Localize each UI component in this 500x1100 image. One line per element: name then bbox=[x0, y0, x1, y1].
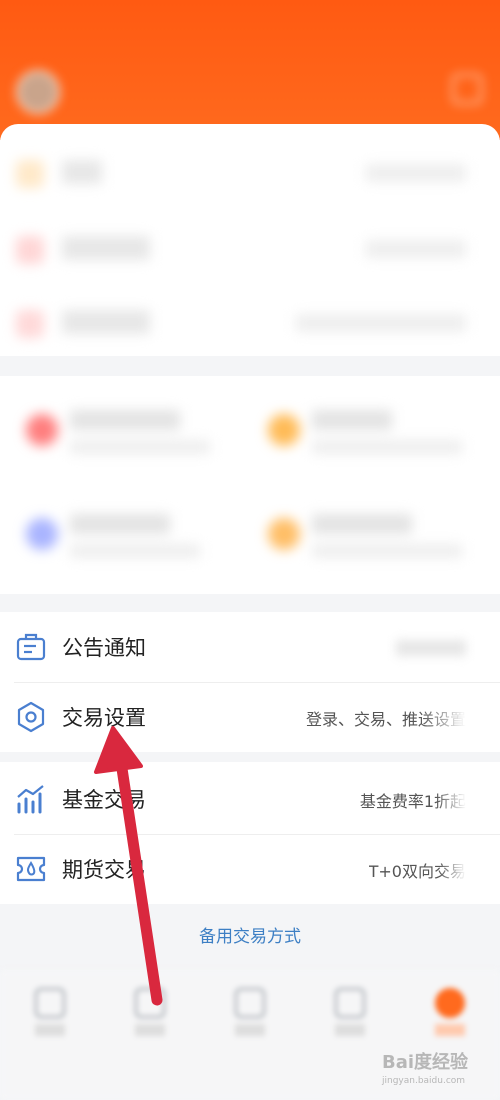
grid-title bbox=[70, 410, 180, 430]
blurred-label bbox=[62, 160, 102, 184]
list-item-value: 登录、交易、推送设置 bbox=[305, 710, 466, 729]
grid-subtitle bbox=[70, 440, 210, 454]
grid-subtitle bbox=[312, 440, 462, 454]
tab-label bbox=[35, 1024, 65, 1036]
tab-item-2[interactable] bbox=[120, 984, 180, 1044]
announcement-icon bbox=[14, 630, 48, 664]
bag-icon bbox=[235, 988, 265, 1018]
list-item-label: 期货交易 bbox=[62, 858, 146, 882]
tab-label bbox=[235, 1024, 265, 1036]
grid-icon bbox=[26, 518, 58, 550]
watermark-url: jingyan.baidu.com bbox=[382, 1076, 466, 1086]
message-icon[interactable] bbox=[452, 74, 482, 104]
feature-grid bbox=[0, 376, 500, 594]
grid-icon bbox=[268, 518, 300, 550]
blurred-row-2[interactable] bbox=[0, 210, 500, 286]
grid-item-3[interactable] bbox=[20, 494, 250, 574]
blurred-row-3[interactable] bbox=[0, 284, 500, 360]
list-item-label: 基金交易 bbox=[62, 788, 146, 812]
alternative-trade-link[interactable]: 备用交易方式 bbox=[0, 922, 500, 947]
tab-label bbox=[335, 1024, 365, 1036]
tab-label bbox=[435, 1024, 465, 1036]
list-item-label: 交易设置 bbox=[62, 706, 146, 730]
avatar[interactable] bbox=[16, 70, 60, 114]
blurred-value bbox=[366, 164, 466, 182]
hexagon-settings-icon bbox=[14, 700, 48, 734]
grid-title bbox=[312, 514, 412, 534]
bar-chart-icon bbox=[14, 782, 48, 816]
list-item-value: 基金费率1折起 bbox=[359, 792, 466, 811]
tab-item-me[interactable] bbox=[420, 984, 480, 1044]
watermark-logo: Bai度经验 bbox=[382, 1052, 469, 1073]
grid-subtitle bbox=[70, 544, 200, 558]
tab-item-3[interactable] bbox=[220, 984, 280, 1044]
grid-subtitle bbox=[312, 544, 462, 558]
blurred-label bbox=[62, 236, 150, 260]
list-item-value: T+0双向交易 bbox=[368, 862, 466, 881]
service-list: 公告通知 交易设置 登录、交易、推送设置 bbox=[0, 612, 500, 752]
grid-item-2[interactable] bbox=[262, 390, 492, 470]
user-icon bbox=[435, 988, 465, 1018]
baidu-watermark: Bai度经验 jingyan.baidu.com bbox=[382, 1048, 492, 1088]
trade-list: 基金交易 基金费率1折起 期货交易 T+0双向交易 bbox=[0, 762, 500, 904]
grid-title bbox=[312, 410, 392, 430]
blurred-row-1[interactable] bbox=[0, 134, 500, 210]
list-item-label: 公告通知 bbox=[62, 636, 146, 660]
ticket-icon bbox=[14, 852, 48, 886]
list-item-value bbox=[396, 640, 466, 656]
tab-label bbox=[135, 1024, 165, 1036]
tab-item-4[interactable] bbox=[320, 984, 380, 1044]
app-header bbox=[0, 0, 500, 140]
blurred-value bbox=[366, 240, 466, 258]
list-item-announcement[interactable]: 公告通知 bbox=[0, 612, 500, 682]
blurred-value bbox=[296, 314, 466, 332]
transfer-icon bbox=[16, 310, 44, 338]
list-item-fund-trade[interactable]: 基金交易 基金费率1折起 bbox=[0, 764, 500, 834]
list-item-trade-settings[interactable]: 交易设置 登录、交易、推送设置 bbox=[0, 682, 500, 752]
coin-icon bbox=[16, 160, 44, 188]
list-item-futures-trade[interactable]: 期货交易 T+0双向交易 bbox=[0, 834, 500, 904]
header-notice bbox=[172, 22, 472, 48]
grid-icon bbox=[26, 414, 58, 446]
home-icon bbox=[35, 988, 65, 1018]
grid-title bbox=[70, 514, 170, 534]
wallet-icon bbox=[335, 988, 365, 1018]
blurred-label bbox=[62, 310, 150, 334]
document-icon bbox=[135, 988, 165, 1018]
grid-item-1[interactable] bbox=[20, 390, 250, 470]
grid-icon bbox=[268, 414, 300, 446]
bank-icon bbox=[16, 236, 44, 264]
tab-item-1[interactable] bbox=[20, 984, 80, 1044]
account-card bbox=[0, 124, 500, 356]
grid-item-4[interactable] bbox=[262, 494, 492, 574]
